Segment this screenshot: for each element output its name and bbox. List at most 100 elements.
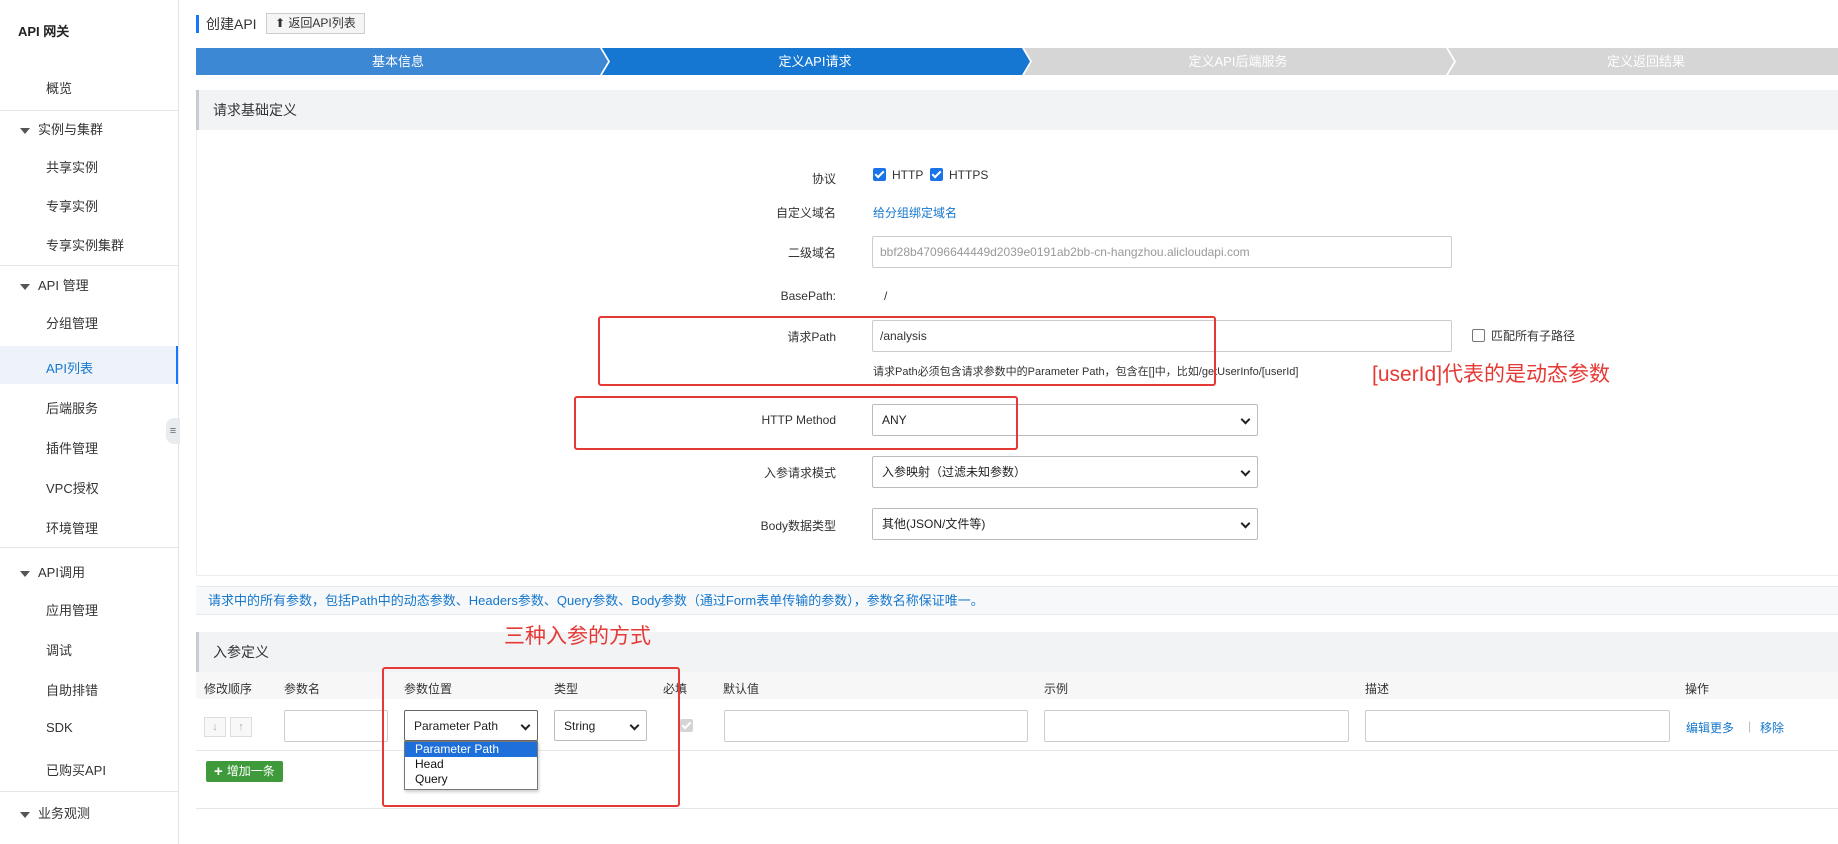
sidebar-collapse-handle[interactable]: ≡: [166, 418, 180, 444]
body-type-label: Body数据类型: [760, 519, 836, 533]
example-input[interactable]: [1044, 710, 1349, 742]
caret-down-icon: [20, 811, 30, 818]
arrow-down-icon: ↓: [212, 721, 218, 733]
upload-arrow-icon: ⬆: [275, 16, 286, 30]
col-actions: 操作: [1685, 682, 1710, 696]
step-basic-info[interactable]: 基本信息: [196, 48, 600, 75]
sidebar-group-instances[interactable]: 实例与集群: [20, 119, 103, 138]
caret-down-icon: [20, 570, 30, 577]
sidebar-item-shared-instance[interactable]: 共享实例: [46, 157, 98, 176]
sidebar-item-app-management[interactable]: 应用管理: [46, 600, 98, 619]
sidebar-item-environment[interactable]: 环境管理: [46, 518, 98, 537]
sidebar-item-debug[interactable]: 调试: [46, 640, 72, 659]
sidebar-item-purchased-api[interactable]: 已购买API: [46, 760, 106, 779]
chevron-down-icon: [1240, 466, 1251, 477]
annotation-three-ways-note: 三种入参的方式: [504, 625, 651, 648]
match-subpath-checkbox[interactable]: 匹配所有子路径: [1472, 327, 1575, 344]
sidebar-item-api-list[interactable]: API列表: [46, 358, 93, 377]
protocol-https-checkbox[interactable]: HTTPS: [930, 168, 988, 182]
section-divider: [196, 808, 1838, 809]
chevron-down-icon: [1240, 518, 1251, 529]
sidebar-group-api-call[interactable]: API调用: [20, 562, 85, 581]
col-param-position: 参数位置: [404, 682, 453, 696]
sidebar-group-api-management[interactable]: API 管理: [20, 275, 89, 294]
col-required: 必填: [663, 682, 688, 696]
add-param-button[interactable]: + 增加一条: [206, 761, 283, 782]
option-query[interactable]: Query: [405, 772, 537, 787]
subdomain-label: 二级域名: [787, 246, 836, 260]
col-default: 默认值: [723, 682, 760, 696]
wizard-steps: 基本信息 定义API请求 定义API后端服务 定义返回结果: [196, 48, 1838, 75]
http-method-label: HTTP Method: [761, 413, 836, 427]
bind-domain-link[interactable]: 给分组绑定域名: [873, 204, 957, 221]
param-type-select[interactable]: String: [554, 710, 647, 741]
section-request-basic-title: 请求基础定义: [196, 90, 1838, 130]
chevron-down-icon: [520, 720, 531, 731]
body-type-select[interactable]: 其他(JSON/文件等): [872, 508, 1258, 540]
chevron-down-icon: [1240, 414, 1251, 425]
checkbox-checked-icon: [680, 719, 693, 732]
param-mode-select[interactable]: 入参映射（过滤未知参数）: [872, 456, 1258, 488]
back-to-api-list-button[interactable]: ⬆ 返回API列表: [266, 13, 365, 34]
sidebar-group-observability[interactable]: 业务观测: [20, 803, 90, 822]
section-params-title: 入参定义: [196, 632, 1838, 672]
col-type: 类型: [554, 682, 579, 696]
sidebar-item-dedicated-cluster[interactable]: 专享实例集群: [46, 235, 124, 254]
protocol-label: 协议: [811, 172, 836, 186]
annotation-userid-note: [userId]代表的是动态参数: [1372, 363, 1611, 386]
description-input[interactable]: [1365, 710, 1670, 742]
col-order: 修改顺序: [204, 682, 253, 696]
request-path-input[interactable]: /analysis: [872, 320, 1452, 352]
action-separator: |: [1748, 719, 1752, 733]
col-example: 示例: [1044, 682, 1069, 696]
sidebar-item-overview[interactable]: 概览: [46, 78, 72, 97]
request-path-hint: 请求Path必须包含请求参数中的Parameter Path，包含在[]中，比如…: [873, 366, 1299, 378]
step-define-backend[interactable]: 定义API后端服务: [1030, 48, 1446, 75]
caret-down-icon: [20, 283, 30, 290]
sidebar-item-plugin-management[interactable]: 插件管理: [46, 438, 98, 457]
required-checkbox[interactable]: [680, 719, 693, 732]
arrow-up-icon: ↑: [238, 721, 244, 733]
sidebar-item-vpc-auth[interactable]: VPC授权: [46, 478, 99, 497]
sidebar-divider: [0, 791, 178, 792]
sidebar-brand: API 网关: [18, 24, 70, 39]
sidebar-divider: [0, 110, 178, 111]
option-head[interactable]: Head: [405, 757, 537, 772]
chevron-down-icon: [629, 720, 640, 731]
edit-more-link[interactable]: 编辑更多: [1686, 719, 1734, 736]
step-define-request[interactable]: 定义API请求: [608, 48, 1022, 75]
col-param-name: 参数名: [284, 682, 321, 696]
param-name-input[interactable]: [284, 710, 388, 742]
default-value-input[interactable]: [724, 710, 1028, 742]
request-path-label: 请求Path: [787, 330, 836, 344]
move-down-button[interactable]: ↓: [204, 717, 226, 737]
sidebar-item-backend-service[interactable]: 后端服务: [46, 398, 98, 417]
checkbox-unchecked-icon: [1472, 329, 1485, 342]
sidebar-item-group-management[interactable]: 分组管理: [46, 313, 98, 332]
sidebar-divider: [0, 547, 178, 548]
http-method-select[interactable]: ANY: [872, 404, 1258, 436]
option-parameter-path[interactable]: Parameter Path: [405, 742, 537, 757]
param-mode-label: 入参请求模式: [763, 466, 836, 480]
remove-link[interactable]: 移除: [1760, 719, 1784, 736]
step-define-response[interactable]: 定义返回结果: [1454, 48, 1838, 75]
page-title: 创建API: [196, 15, 257, 33]
protocol-http-checkbox[interactable]: HTTP: [873, 168, 923, 182]
sidebar-divider: [0, 265, 178, 266]
checkbox-checked-icon: [930, 168, 943, 181]
sidebar-item-self-troubleshoot[interactable]: 自助排错: [46, 680, 98, 699]
col-description: 描述: [1365, 682, 1390, 696]
sidebar: API 网关 概览 实例与集群 共享实例 专享实例 专享实例集群 API 管理 …: [0, 0, 180, 844]
sidebar-item-dedicated-instance[interactable]: 专享实例: [46, 196, 98, 215]
caret-down-icon: [20, 127, 30, 134]
checkbox-checked-icon: [873, 168, 886, 181]
move-up-button[interactable]: ↑: [230, 717, 252, 737]
param-position-select[interactable]: Parameter Path: [404, 710, 538, 741]
subdomain-field: bbf28b47096644449d2039e0191ab2bb-cn-hang…: [872, 236, 1452, 268]
basepath-label: BasePath:: [780, 289, 836, 303]
sidebar-item-sdk[interactable]: SDK: [46, 720, 73, 735]
main-content: 创建API ⬆ 返回API列表 基本信息 定义API请求 定义API后端服务 定…: [180, 0, 1838, 844]
custom-domain-label: 自定义域名: [775, 206, 836, 220]
param-position-dropdown: Parameter Path Head Query: [404, 741, 538, 790]
basepath-value: /: [884, 289, 888, 303]
